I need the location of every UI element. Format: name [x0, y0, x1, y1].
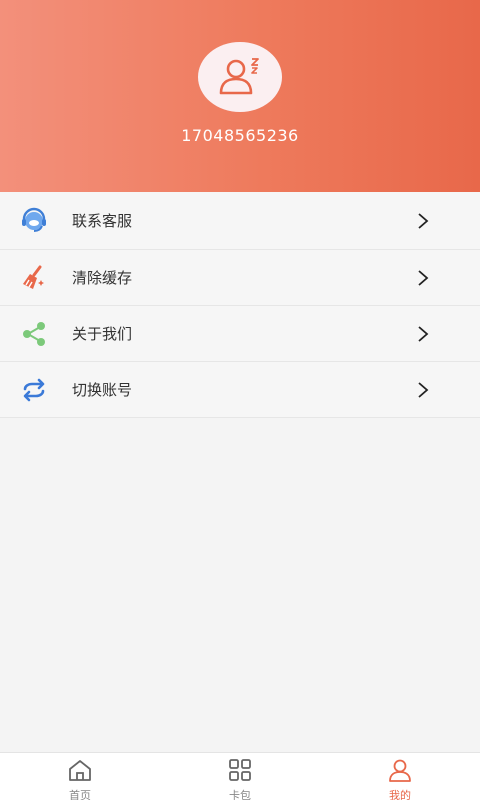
tab-label: 首页	[69, 789, 91, 800]
tab-label: 我的	[389, 789, 411, 800]
chevron-right-icon	[416, 269, 430, 286]
menu-item-contact-service[interactable]: 联系客服	[0, 192, 480, 250]
menu-item-label: 清除缓存	[72, 269, 133, 287]
menu-item-clear-cache[interactable]: 清除缓存	[0, 250, 480, 306]
user-icon	[387, 758, 413, 786]
tab-label: 卡包	[229, 789, 251, 800]
menu-item-label: 联系客服	[72, 212, 133, 230]
share-icon	[20, 320, 48, 348]
grid-icon	[227, 758, 253, 786]
profile-header: 17048565236	[0, 0, 480, 192]
customer-service-icon	[20, 207, 48, 235]
sleeping-user-icon	[219, 58, 259, 95]
avatar[interactable]	[198, 42, 282, 112]
broom-icon	[20, 264, 48, 292]
tab-home[interactable]: 首页	[0, 753, 160, 800]
switch-icon	[20, 376, 48, 404]
chevron-right-icon	[416, 381, 430, 398]
user-phone: 17048565236	[181, 126, 299, 145]
chevron-right-icon	[416, 325, 430, 342]
menu-item-switch-account[interactable]: 切换账号	[0, 362, 480, 418]
tab-mine[interactable]: 我的	[320, 753, 480, 800]
bottom-tab-bar: 首页 卡包 我的	[0, 752, 480, 800]
tab-card-wallet[interactable]: 卡包	[160, 753, 320, 800]
menu-item-label: 切换账号	[72, 381, 133, 399]
home-icon	[67, 758, 93, 786]
settings-menu: 联系客服 清除缓存 关于我们 切换账号	[0, 192, 480, 418]
menu-item-about-us[interactable]: 关于我们	[0, 306, 480, 362]
chevron-right-icon	[416, 212, 430, 229]
menu-item-label: 关于我们	[72, 325, 133, 343]
